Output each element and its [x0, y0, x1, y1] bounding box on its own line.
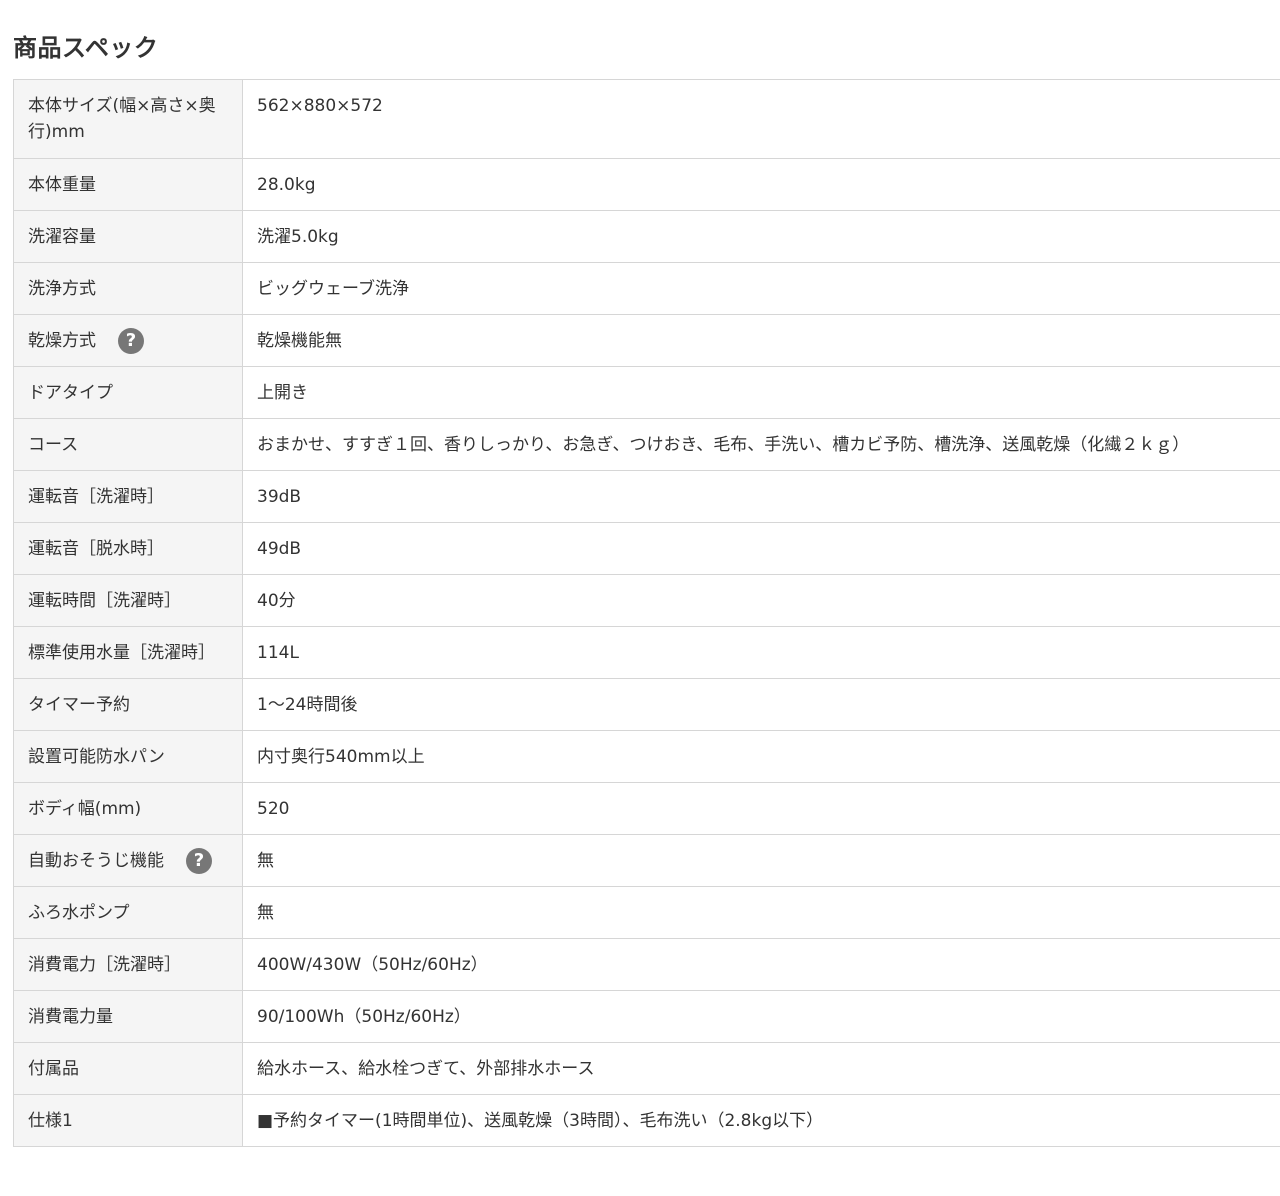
table-row: 運転音［洗濯時］ 39dB [13, 470, 1280, 523]
spec-value: 400W/430W（50Hz/60Hz） [242, 938, 1280, 991]
spec-label: 自動おそうじ機能 [28, 850, 164, 871]
spec-label: 消費電力［洗濯時］ [13, 938, 243, 991]
spec-label: 設置可能防水パン [13, 730, 243, 783]
spec-value: 39dB [242, 470, 1280, 523]
spec-value: 114L [242, 626, 1280, 679]
spec-value: ■予約タイマー(1時間単位)、送風乾燥（3時間）、毛布洗い（2.8kg以下） [242, 1094, 1280, 1147]
spec-label: ボディ幅(mm) [13, 782, 243, 835]
spec-label: ふろ水ポンプ [13, 886, 243, 939]
spec-table: 本体サイズ(幅×高さ×奥行)mm 562×880×572 本体重量 28.0kg… [13, 79, 1280, 1147]
spec-value: 1～24時間後 [242, 678, 1280, 731]
spec-label: 運転音［脱水時］ [13, 522, 243, 575]
table-row: 運転音［脱水時］ 49dB [13, 522, 1280, 575]
table-row: 洗浄方式 ビッグウェーブ洗浄 [13, 262, 1280, 315]
table-row: 自動おそうじ機能? 無 [13, 834, 1280, 887]
spec-value: 洗濯5.0kg [242, 210, 1280, 263]
spec-value: ビッグウェーブ洗浄 [242, 262, 1280, 315]
table-row: 洗濯容量 洗濯5.0kg [13, 210, 1280, 263]
table-row: 本体重量 28.0kg [13, 158, 1280, 211]
spec-value: 28.0kg [242, 158, 1280, 211]
spec-value: 520 [242, 782, 1280, 835]
spec-label: 乾燥方式 [28, 330, 96, 351]
page-title: 商品スペック [13, 34, 159, 62]
table-row: 乾燥方式? 乾燥機能無 [13, 314, 1280, 367]
spec-label: 付属品 [13, 1042, 243, 1095]
spec-label: 洗浄方式 [13, 262, 243, 315]
table-row: 本体サイズ(幅×高さ×奥行)mm 562×880×572 [13, 79, 1280, 159]
table-row: 消費電力［洗濯時］ 400W/430W（50Hz/60Hz） [13, 938, 1280, 991]
table-row: ドアタイプ 上開き [13, 366, 1280, 419]
spec-label: 仕様1 [13, 1094, 243, 1147]
spec-label-cell: 自動おそうじ機能? [13, 834, 243, 887]
spec-value: 給水ホース、給水栓つぎて、外部排水ホース [242, 1042, 1280, 1095]
spec-value: 90/100Wh（50Hz/60Hz） [242, 990, 1280, 1043]
spec-value: 内寸奥行540mm以上 [242, 730, 1280, 783]
spec-value: おまかせ、すすぎ１回、香りしっかり、お急ぎ、つけおき、毛布、手洗い、槽カビ予防、… [242, 418, 1280, 471]
spec-value: 乾燥機能無 [242, 314, 1280, 367]
spec-label: ドアタイプ [13, 366, 243, 419]
spec-label: コース [13, 418, 243, 471]
table-row: 付属品 給水ホース、給水栓つぎて、外部排水ホース [13, 1042, 1280, 1095]
spec-label: 本体サイズ(幅×高さ×奥行)mm [13, 79, 243, 159]
table-row: 仕様1 ■予約タイマー(1時間単位)、送風乾燥（3時間）、毛布洗い（2.8kg以… [13, 1094, 1280, 1147]
spec-page: 商品スペック 本体サイズ(幅×高さ×奥行)mm 562×880×572 本体重量… [0, 0, 1280, 1196]
spec-value: 562×880×572 [242, 79, 1280, 159]
spec-label: 消費電力量 [13, 990, 243, 1043]
table-row: コース おまかせ、すすぎ１回、香りしっかり、お急ぎ、つけおき、毛布、手洗い、槽カ… [13, 418, 1280, 471]
spec-label: 運転音［洗濯時］ [13, 470, 243, 523]
table-row: 運転時間［洗濯時］ 40分 [13, 574, 1280, 627]
spec-label-cell: 乾燥方式? [13, 314, 243, 367]
spec-label: 運転時間［洗濯時］ [13, 574, 243, 627]
spec-label: タイマー予約 [13, 678, 243, 731]
spec-label: 本体重量 [13, 158, 243, 211]
spec-value: 無 [242, 886, 1280, 939]
spec-value: 無 [242, 834, 1280, 887]
spec-value: 上開き [242, 366, 1280, 419]
table-row: ふろ水ポンプ 無 [13, 886, 1280, 939]
table-row: 標準使用水量［洗濯時］ 114L [13, 626, 1280, 679]
spec-label: 標準使用水量［洗濯時］ [13, 626, 243, 679]
table-row: ボディ幅(mm) 520 [13, 782, 1280, 835]
spec-label: 洗濯容量 [13, 210, 243, 263]
help-icon[interactable]: ? [186, 847, 212, 874]
table-row: タイマー予約 1～24時間後 [13, 678, 1280, 731]
help-icon[interactable]: ? [118, 327, 144, 354]
spec-value: 40分 [242, 574, 1280, 627]
spec-value: 49dB [242, 522, 1280, 575]
table-row: 消費電力量 90/100Wh（50Hz/60Hz） [13, 990, 1280, 1043]
table-row: 設置可能防水パン 内寸奥行540mm以上 [13, 730, 1280, 783]
